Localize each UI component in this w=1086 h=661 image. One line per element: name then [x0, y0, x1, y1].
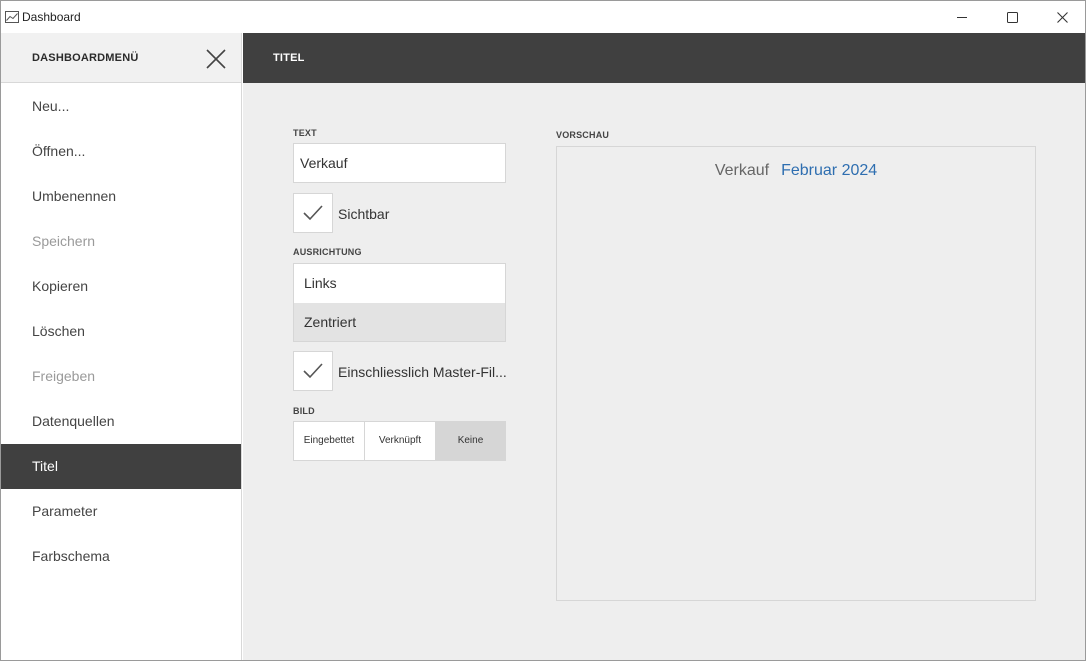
- image-option-none[interactable]: Keine: [436, 422, 505, 460]
- master-filter-checkbox[interactable]: [293, 351, 333, 391]
- preview-title: Verkauf Februar 2024: [557, 162, 1035, 180]
- checkmark-icon: [303, 205, 323, 221]
- menu-item-rename[interactable]: Umbenennen: [1, 174, 241, 219]
- menu-item-new[interactable]: Neu...: [1, 84, 241, 129]
- menu-item-share[interactable]: Freigeben: [1, 354, 241, 399]
- panel-title: TITEL: [273, 52, 305, 64]
- menu-item-delete[interactable]: Löschen: [1, 309, 241, 354]
- image-option-embedded[interactable]: Eingebettet: [294, 422, 365, 460]
- chart-line-icon: [5, 10, 19, 23]
- title-bar: Dashboard: [1, 1, 1085, 33]
- alignment-option-center[interactable]: Zentriert: [294, 303, 505, 341]
- menu-item-open[interactable]: Öffnen...: [1, 129, 241, 174]
- title-settings-panel: TITEL TEXT Verkauf Sichtbar AUSRICHTUNG …: [243, 33, 1085, 660]
- close-window-button[interactable]: [1037, 1, 1086, 33]
- alignment-caption: AUSRICHTUNG: [293, 247, 362, 257]
- menu-item-datasources[interactable]: Datenquellen: [1, 399, 241, 444]
- visible-checkbox[interactable]: [293, 193, 333, 233]
- visible-label: Sichtbar: [338, 206, 390, 222]
- app-window: Dashboard DASHBOARDMENÜ Neu... Öffnen...: [0, 0, 1086, 661]
- title-text-input[interactable]: Verkauf: [293, 143, 506, 183]
- image-caption: BILD: [293, 406, 315, 416]
- close-icon: [206, 49, 226, 69]
- image-mode-selector: Eingebettet Verknüpft Keine: [293, 421, 506, 461]
- menu-title: DASHBOARDMENÜ: [32, 52, 139, 64]
- menu-item-parameters[interactable]: Parameter: [1, 489, 241, 534]
- panel-header: TITEL: [243, 33, 1085, 83]
- text-caption: TEXT: [293, 128, 317, 138]
- preview-box: Verkauf Februar 2024: [556, 146, 1036, 601]
- alignment-option-left[interactable]: Links: [294, 264, 505, 302]
- menu-header: DASHBOARDMENÜ: [1, 33, 241, 83]
- preview-title-value: Februar 2024: [781, 162, 878, 179]
- minimize-icon: [957, 12, 967, 22]
- checkmark-icon: [303, 363, 323, 379]
- window-title: Dashboard: [22, 10, 81, 24]
- maximize-icon: [1006, 11, 1018, 23]
- menu-item-copy[interactable]: Kopieren: [1, 264, 241, 309]
- preview-caption: VORSCHAU: [556, 130, 610, 140]
- close-icon: [1056, 11, 1068, 23]
- alignment-list: Links Zentriert: [293, 263, 506, 342]
- menu-item-title[interactable]: Titel: [1, 444, 241, 489]
- menu-item-save[interactable]: Speichern: [1, 219, 241, 264]
- image-option-linked[interactable]: Verknüpft: [365, 422, 436, 460]
- close-menu-button[interactable]: [205, 48, 227, 70]
- master-filter-label: Einschliesslich Master-Fil...: [338, 364, 507, 380]
- dashboard-menu: DASHBOARDMENÜ Neu... Öffnen... Umbenenne…: [1, 33, 242, 660]
- preview-title-text: Verkauf: [714, 162, 770, 179]
- maximize-button[interactable]: [987, 1, 1037, 33]
- minimize-button[interactable]: [937, 1, 987, 33]
- menu-item-color-scheme[interactable]: Farbschema: [1, 534, 241, 579]
